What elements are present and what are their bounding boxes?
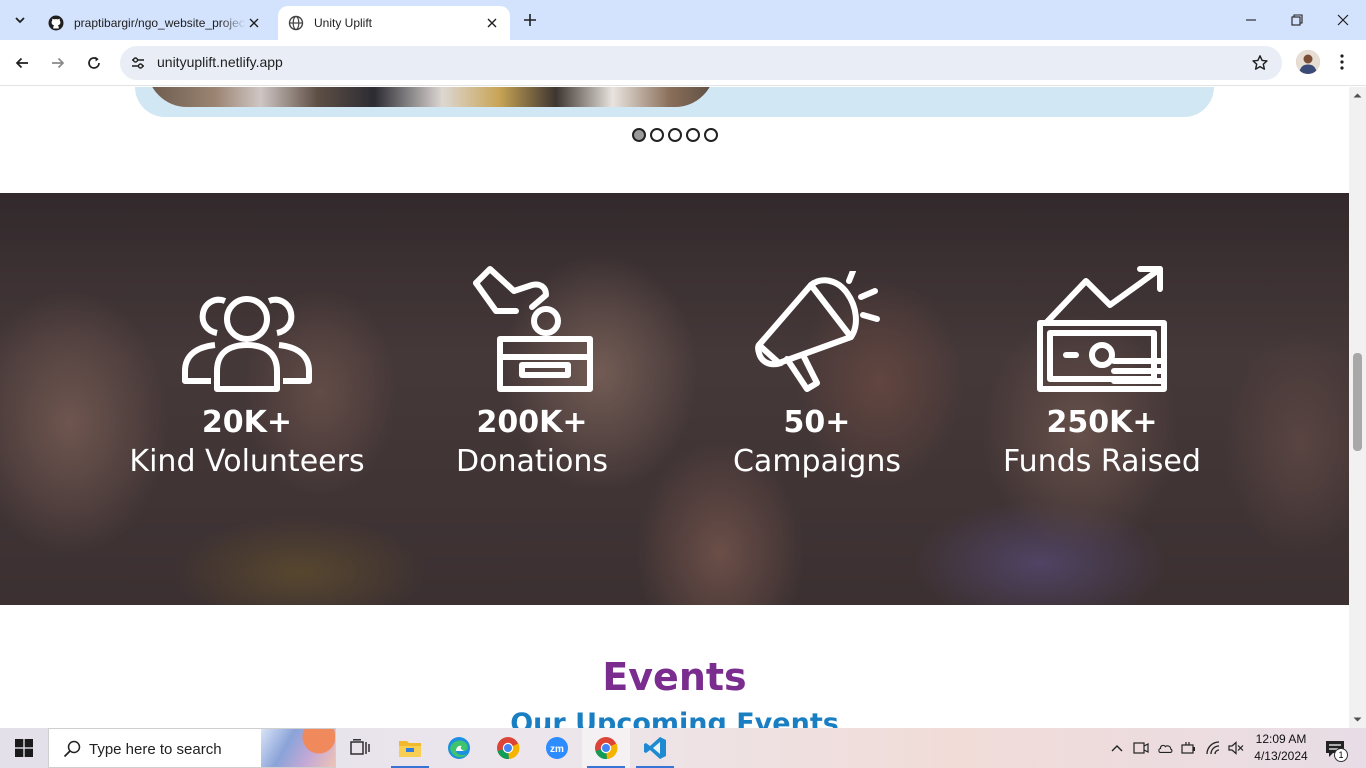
meet-now-icon[interactable]	[1133, 740, 1149, 756]
battery-icon[interactable]	[1181, 740, 1197, 756]
close-tab-icon[interactable]	[484, 15, 500, 31]
impact-stats-section: 20K+ Kind Volunteers 200K+ Donations 50+…	[0, 193, 1349, 605]
carousel-dot[interactable]	[632, 128, 646, 142]
search-icon	[63, 740, 81, 758]
stat-label: Campaigns	[732, 444, 901, 479]
carousel-dot[interactable]	[686, 128, 700, 142]
stat-label: Kind Volunteers	[129, 444, 365, 479]
vscode-icon	[644, 737, 666, 759]
vscode-button[interactable]	[631, 728, 679, 768]
browser-tab-strip: praptibargir/ngo_website_project Unity U…	[0, 0, 1366, 40]
carousel-indicators	[632, 128, 718, 142]
stat-number: 200K+	[476, 405, 588, 440]
stat-donations: 200K+ Donations	[402, 266, 662, 481]
scrollbar-thumb[interactable]	[1353, 353, 1362, 451]
new-tab-button[interactable]	[518, 8, 542, 32]
notification-center-button[interactable]: 1	[1320, 736, 1350, 762]
close-tab-icon[interactable]	[246, 15, 262, 31]
zoom-icon: zm	[546, 737, 568, 759]
edge-icon	[448, 737, 470, 759]
carousel-slide	[135, 87, 1214, 117]
windows-logo-icon	[15, 739, 33, 757]
chrome-icon	[497, 737, 520, 760]
carousel-dot[interactable]	[704, 128, 718, 142]
browser-toolbar: unityuplift.netlify.app	[0, 40, 1366, 86]
stat-campaigns: 50+ Campaigns	[687, 271, 947, 481]
zoom-button[interactable]: zm	[533, 728, 581, 768]
edge-button[interactable]	[435, 728, 483, 768]
reload-button[interactable]	[80, 49, 108, 77]
chrome-icon	[595, 737, 618, 760]
chevron-up-icon	[1111, 745, 1123, 752]
restore-button[interactable]	[1274, 0, 1320, 40]
page-scrollbar[interactable]	[1349, 87, 1366, 728]
minimize-icon	[1246, 19, 1256, 21]
scroll-up-arrow-icon[interactable]	[1353, 91, 1362, 100]
tab-github[interactable]: praptibargir/ngo_website_project	[38, 6, 272, 40]
site-settings-icon[interactable]	[128, 53, 148, 73]
github-icon	[48, 15, 64, 31]
stat-number: 50+	[783, 405, 851, 440]
system-clock[interactable]: 12:09 AM 4/13/2024	[1248, 731, 1314, 765]
start-button[interactable]	[0, 728, 48, 768]
wifi-icon[interactable]	[1205, 740, 1221, 756]
tab-title: praptibargir/ngo_website_project	[74, 16, 246, 30]
arrow-right-icon	[52, 57, 65, 69]
file-explorer-icon	[399, 741, 421, 757]
volume-muted-icon[interactable]	[1228, 740, 1244, 756]
stat-funds: 250K+ Funds Raised	[972, 266, 1232, 481]
users-icon	[182, 296, 312, 392]
scroll-down-arrow-icon[interactable]	[1353, 715, 1362, 724]
carousel-dot[interactable]	[650, 128, 664, 142]
tab-title: Unity Uplift	[314, 16, 373, 30]
svg-text:zm: zm	[550, 744, 564, 755]
file-explorer-button[interactable]	[386, 728, 434, 768]
chevron-down-icon	[15, 17, 25, 24]
url-text: unityuplift.netlify.app	[157, 54, 283, 70]
task-view-button[interactable]	[336, 728, 384, 768]
profile-avatar[interactable]	[1296, 50, 1320, 74]
task-view-icon	[350, 739, 370, 755]
stat-label: Donations	[456, 444, 608, 479]
more-vertical-icon	[1340, 54, 1344, 70]
megaphone-icon	[755, 271, 880, 392]
address-bar[interactable]: unityuplift.netlify.app	[120, 46, 1282, 80]
plus-icon	[524, 14, 536, 26]
globe-icon	[288, 15, 304, 31]
close-icon	[1337, 14, 1349, 26]
stat-number: 20K+	[201, 405, 293, 440]
search-placeholder: Type here to search	[89, 741, 222, 758]
forward-button[interactable]	[44, 49, 72, 77]
carousel-image	[147, 87, 715, 107]
chrome-active-button[interactable]	[582, 728, 630, 768]
windows-taskbar: Type here to search zm 12:09 AM 4/13/202…	[0, 728, 1366, 768]
stat-label: Funds Raised	[1003, 444, 1201, 479]
arrow-left-icon	[15, 57, 28, 69]
minimize-button[interactable]	[1228, 0, 1274, 40]
show-hidden-icons-button[interactable]	[1109, 740, 1125, 756]
stat-number: 250K+	[1046, 405, 1158, 440]
chrome-button[interactable]	[484, 728, 532, 768]
browser-menu-button[interactable]	[1330, 50, 1354, 74]
taskbar-search-box[interactable]: Type here to search	[48, 728, 336, 768]
clock-date: 4/13/2024	[1254, 749, 1308, 763]
tab-unity-uplift[interactable]: Unity Uplift	[278, 6, 510, 40]
back-button[interactable]	[8, 49, 36, 77]
stat-volunteers: 20K+ Kind Volunteers	[117, 289, 377, 481]
donation-box-icon	[473, 266, 593, 392]
events-heading: Events	[602, 655, 747, 699]
close-window-button[interactable]	[1320, 0, 1366, 40]
page-viewport: 20K+ Kind Volunteers 200K+ Donations 50+…	[0, 87, 1349, 728]
notification-count-badge: 1	[1334, 748, 1348, 762]
reload-icon	[88, 56, 100, 69]
bookmark-star-icon[interactable]	[1250, 53, 1270, 73]
events-subheading: Our Upcoming Events	[510, 708, 839, 728]
search-highlight-image	[261, 729, 335, 767]
carousel-dot[interactable]	[668, 128, 682, 142]
tab-search-button[interactable]	[6, 6, 34, 34]
onedrive-icon[interactable]	[1157, 740, 1173, 756]
restore-icon	[1291, 14, 1303, 26]
money-growth-icon	[1037, 266, 1167, 392]
clock-time: 12:09 AM	[1255, 732, 1307, 746]
